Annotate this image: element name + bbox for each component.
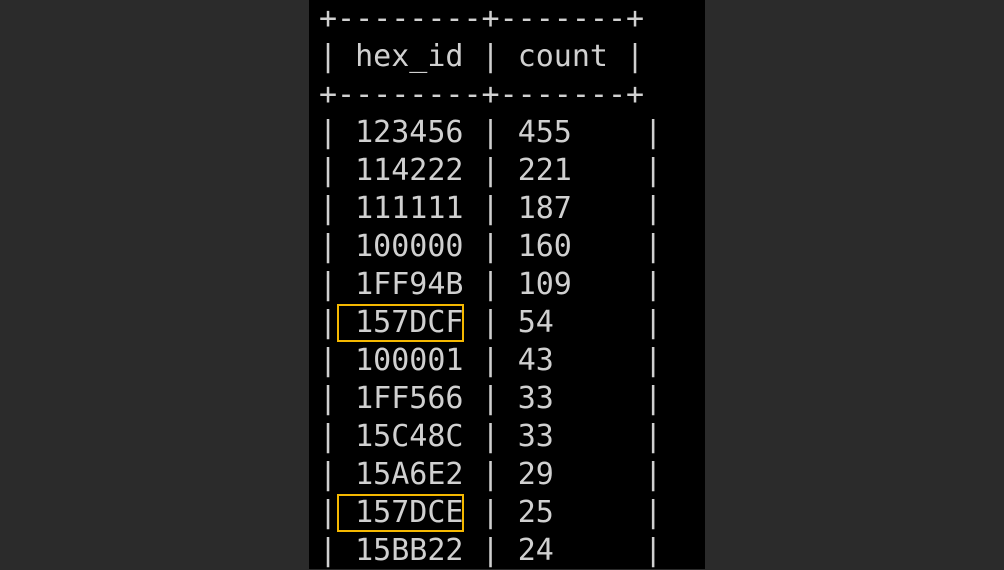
cell-hex-id: 15A6E2: [355, 457, 464, 492]
table-header-row: | hex_id | count |: [319, 39, 645, 74]
table-border-header: +--------+-------+: [319, 77, 645, 112]
table-row: | 15C48C | 33 |: [319, 419, 663, 454]
cell-count: 33: [517, 381, 554, 416]
cell-hex-id: 114222: [355, 153, 464, 188]
table-row: | 100000 | 160 |: [319, 229, 663, 264]
cell-count: 455: [517, 115, 572, 150]
table-row: | 111111 | 187 |: [319, 191, 663, 226]
cell-hex-id: 157DCF: [355, 305, 464, 340]
cell-count: 109: [517, 267, 572, 302]
cell-hex-id: 15BB22: [355, 533, 464, 568]
table-row: | 15BB22 | 24 |: [319, 533, 663, 568]
table-row: | 157DCE | 25 |: [319, 494, 663, 532]
highlight-box: 157DCE: [337, 494, 464, 532]
cell-count: 29: [517, 457, 554, 492]
column-header-hex-id: hex_id: [355, 39, 464, 74]
table-row: | 1FF566 | 33 |: [319, 381, 663, 416]
table-row: | 1FF94B | 109 |: [319, 267, 663, 302]
cell-count: 43: [517, 343, 554, 378]
column-header-count: count: [517, 39, 608, 74]
cell-hex-id: 15C48C: [355, 419, 464, 454]
sql-result-table: +--------+-------+ | hex_id | count | +-…: [319, 0, 662, 570]
cell-count: 54: [517, 305, 554, 340]
cell-count: 187: [517, 191, 572, 226]
table-row: | 15A6E2 | 29 |: [319, 457, 663, 492]
table-row: | 123456 | 455 |: [319, 115, 663, 150]
cell-hex-id: 1FF566: [355, 381, 464, 416]
cell-hex-id: 1FF94B: [355, 267, 464, 302]
table-border-top: +--------+-------+: [319, 1, 645, 36]
cell-count: 33: [517, 419, 554, 454]
cell-hex-id: 100000: [355, 229, 464, 264]
table-row: | 157DCF | 54 |: [319, 304, 663, 342]
cell-hex-id: 157DCE: [355, 495, 464, 530]
cell-count: 24: [517, 533, 554, 568]
cell-hex-id: 123456: [355, 115, 464, 150]
table-row: | 114222 | 221 |: [319, 153, 663, 188]
cell-hex-id: 100001: [355, 343, 464, 378]
cell-count: 160: [517, 229, 572, 264]
cell-count: 25: [517, 495, 554, 530]
highlight-box: 157DCF: [337, 304, 464, 342]
cell-count: 221: [517, 153, 572, 188]
cell-hex-id: 111111: [355, 191, 464, 226]
table-row: | 100001 | 43 |: [319, 343, 663, 378]
